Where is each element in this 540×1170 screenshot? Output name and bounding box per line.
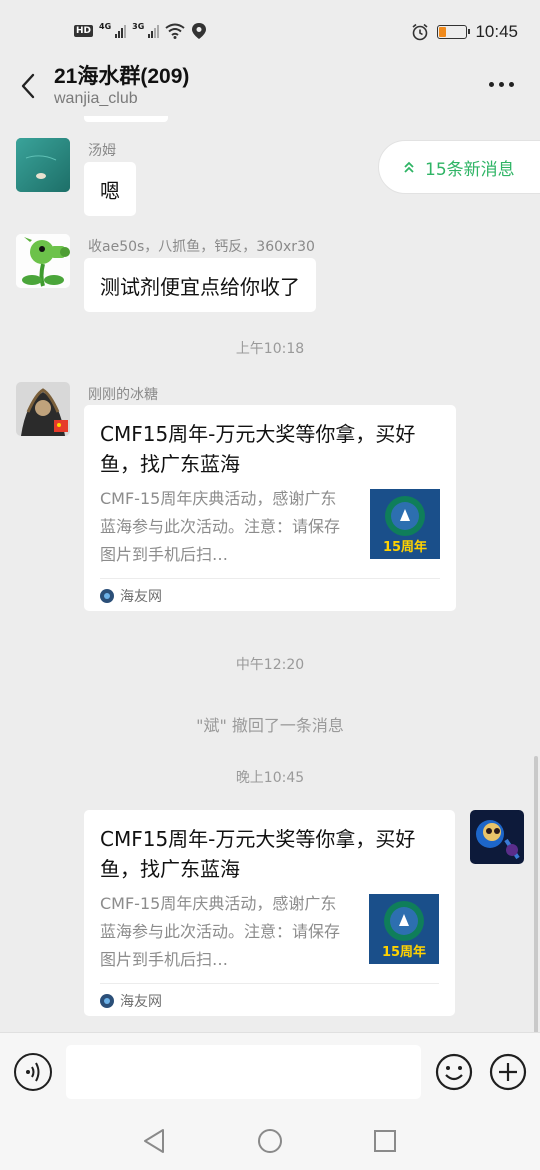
alarm-icon [412,23,428,41]
avatar[interactable] [16,234,70,288]
timestamp: 晚上10:45 [235,770,305,786]
input-bar [0,1032,540,1112]
system-nav-bar [0,1112,540,1170]
emoji-button[interactable] [435,1053,473,1091]
character-avatar-image [470,810,524,864]
nav-back-button[interactable] [140,1126,170,1156]
link-card-thumbnail: 15周年 [369,894,439,964]
sender-name: 刚刚的冰糖 [88,387,158,403]
divider [100,983,439,984]
link-card-title: CMF15周年-万元大奖等你拿，买好鱼，找广东蓝海 [100,422,416,476]
signal-icon-1 [115,24,127,38]
scrollbar[interactable] [534,756,538,1032]
chevron-left-icon [21,73,35,99]
link-card[interactable]: CMF15周年-万元大奖等你拿，买好鱼，找广东蓝海 CMF-15周年庆典活动，感… [84,810,455,1016]
peashooter-avatar-image [16,234,70,288]
source-label: 海友网 [120,994,162,1010]
thumbnail-text: 15周年 [382,540,428,555]
back-button[interactable] [10,66,46,106]
status-icons-left: HD 4G 3G [74,22,207,40]
source-label: 海友网 [120,589,162,605]
signal-icon-2 [148,24,160,38]
location-icon [192,23,207,39]
voice-icon [26,1062,40,1082]
circle-home-icon [258,1129,282,1153]
battery-fill [439,27,447,37]
more-dot-icon [489,82,494,87]
battery-icon [437,25,471,39]
previous-bubble-edge [84,116,168,122]
link-card-source: 海友网 [100,586,162,606]
sender-name: 汤姆 [88,143,116,159]
avatar[interactable] [16,382,70,436]
source-logo-icon [100,994,114,1008]
more-actions-button[interactable] [489,1053,527,1091]
link-card[interactable]: CMF15周年-万元大奖等你拿，买好鱼，找广东蓝海 CMF-15周年庆典活动，感… [84,405,456,611]
message-list[interactable]: 汤姆 嗯 15条新消息 收ae50s，八抓鱼，钙反，360xr30 测试剂便宜点… [0,116,540,1032]
link-card-source: 海友网 [100,991,162,1011]
wifi-icon [165,23,185,39]
message-text: 嗯 [100,178,120,203]
double-chevron-up-icon [404,161,414,173]
voice-input-button[interactable] [14,1053,52,1091]
feather-avatar-image [16,382,70,436]
source-logo-icon [100,589,114,603]
divider [100,578,440,579]
more-dot-icon [499,82,504,87]
link-card-title: CMF15周年-万元大奖等你拿，买好鱼，找广东蓝海 [100,827,416,881]
ocean-avatar-image [16,138,70,192]
link-card-thumbnail: 15周年 [370,489,440,559]
square-recents-icon [374,1130,396,1152]
status-icons-right: 10:45 [411,22,518,42]
link-card-description: CMF-15周年庆典活动，感谢广东蓝海参与此次活动。注意：请保存图片到手机后扫… [100,894,341,969]
status-bar: HD 4G 3G 10:45 [0,0,540,56]
link-card-description: CMF-15周年庆典活动，感谢广东蓝海参与此次活动。注意：请保存图片到手机后扫… [100,489,341,564]
own-avatar[interactable] [470,810,524,864]
timestamp: 中午12:20 [235,657,305,673]
thumbnail-text: 15周年 [381,945,427,960]
smiley-icon [435,1053,473,1091]
hd-icon: HD [74,25,94,37]
message-text: 测试剂便宜点给你收了 [100,274,300,299]
chat-subtitle: wanjia_club [54,90,138,107]
chat-header: 21海水群(209) wanjia_club [0,56,540,116]
new-messages-label: 15条新消息 [425,159,515,180]
chat-title: 21海水群(209) [54,65,190,88]
more-dot-icon [509,82,514,87]
message-bubble[interactable]: 测试剂便宜点给你收了 [84,258,316,312]
network-label-2: 3G [132,21,145,31]
avatar[interactable] [16,138,70,192]
timestamp: 上午10:18 [235,341,305,357]
clock: 10:45 [475,22,518,41]
recall-notice: "斌" 撤回了一条消息 [196,716,344,735]
network-label-1: 4G [99,21,112,31]
nav-home-button[interactable] [255,1126,285,1156]
plus-icon [489,1053,527,1091]
new-messages-button[interactable]: 15条新消息 [378,140,540,194]
more-options-button[interactable] [485,74,518,95]
sender-name: 收ae50s，八抓鱼，钙反，360xr30 [88,239,315,255]
message-bubble[interactable]: 嗯 [84,162,136,216]
triangle-back-icon [144,1129,164,1153]
nav-recents-button[interactable] [370,1126,400,1156]
message-input[interactable] [66,1045,421,1099]
